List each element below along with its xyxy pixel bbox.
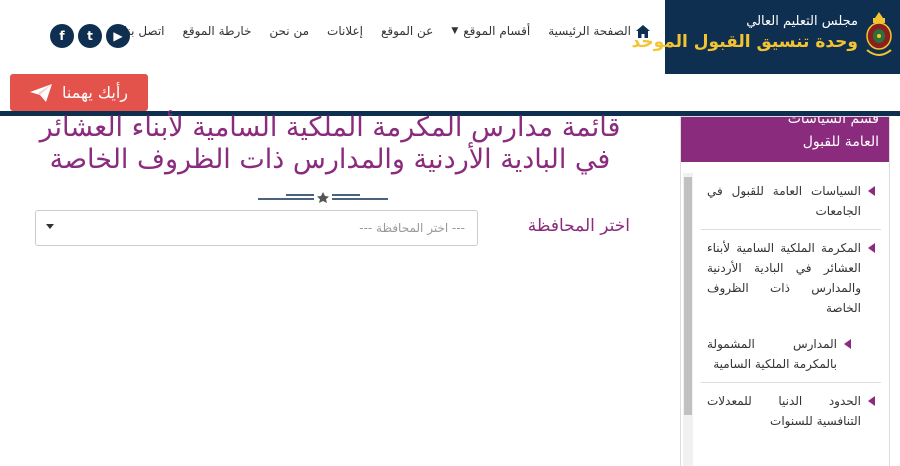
sidebar-item-admission-policies[interactable]: السياسات العامة للقبول في الجامعات: [693, 173, 889, 229]
feedback-button[interactable]: رأيك يهمنا: [10, 74, 148, 111]
sidebar-header-line1: قسم السياسات: [787, 117, 879, 127]
governorate-select-value: --- اختر المحافظة ---: [359, 221, 465, 235]
nav-sections-label: أقسام الموقع: [463, 24, 531, 38]
sidebar-item-covered-schools[interactable]: المدارس المشمولة بالمكرمة الملكية السامي…: [693, 326, 889, 382]
nav-about-site[interactable]: عن الموقع: [381, 24, 433, 38]
nav-home-label: الصفحة الرئيسية: [548, 24, 631, 38]
feedback-label: رأيك يهمنا: [62, 83, 128, 102]
social-links: f t ▶: [50, 24, 130, 48]
paper-plane-icon: [30, 83, 53, 102]
sidebar-header: قسم السياسات العامة للقبول: [681, 117, 889, 162]
page-title: قائمة مدارس المكرمة الملكية السامية لأبن…: [15, 112, 645, 176]
site-logo[interactable]: مجلس التعليم العالي وحدة تنسيق القبول ال…: [632, 0, 900, 74]
logo-subtitle: وحدة تنسيق القبول الموحد: [631, 32, 858, 52]
page-title-line1: قائمة مدارس المكرمة الملكية السامية لأبن…: [39, 112, 621, 143]
nav-who-we-are-label: من نحن: [269, 24, 310, 38]
nav-about-site-label: عن الموقع: [380, 24, 434, 38]
sidebar-panel: قسم السياسات العامة للقبول السياسات العا…: [680, 116, 890, 466]
facebook-icon[interactable]: f: [50, 24, 74, 48]
sidebar-item-minimum-averages[interactable]: الحدود الدنيا للمعدلات التنافسية للسنوات: [693, 383, 889, 439]
top-navbar: مجلس التعليم العالي وحدة تنسيق القبول ال…: [0, 0, 900, 74]
home-icon: [636, 24, 650, 38]
caret-down-icon: ▼: [451, 26, 459, 36]
jordan-emblem-icon: [866, 12, 892, 56]
dropdown-arrow-icon: [46, 224, 54, 229]
nav-announcements-label: إعلانات: [327, 24, 363, 38]
page-title-line2: في البادية الأردنية والمدارس ذات الظروف …: [49, 144, 611, 175]
nav-who-we-are[interactable]: من نحن: [269, 24, 309, 38]
sidebar-list: السياسات العامة للقبول في الجامعات المكر…: [693, 173, 889, 439]
governorate-label: اختر المحافظة: [527, 216, 630, 236]
nav-sections[interactable]: أقسام الموقع ▼: [451, 24, 530, 38]
youtube-icon[interactable]: ▶: [106, 24, 130, 48]
nav-announcements[interactable]: إعلانات: [327, 24, 363, 38]
title-ornament-icon: [258, 192, 388, 203]
nav-home[interactable]: الصفحة الرئيسية: [548, 24, 650, 38]
main-menu: الصفحة الرئيسية أقسام الموقع ▼ عن الموقع…: [124, 24, 650, 38]
logo-title: مجلس التعليم العالي: [746, 14, 858, 29]
nav-sitemap-label: خارطة الموقع: [182, 24, 252, 38]
governorate-select[interactable]: --- اختر المحافظة ---: [35, 210, 478, 246]
sidebar-scrollbar[interactable]: [683, 173, 693, 466]
nav-sitemap[interactable]: خارطة الموقع: [183, 24, 252, 38]
scrollbar-thumb[interactable]: [684, 177, 692, 415]
sidebar-header-line2: العامة للقبول: [802, 134, 879, 150]
twitter-icon[interactable]: t: [78, 24, 102, 48]
sidebar-item-royal-grant[interactable]: المكرمة الملكية السامية لأبناء العشائر ف…: [693, 230, 889, 326]
